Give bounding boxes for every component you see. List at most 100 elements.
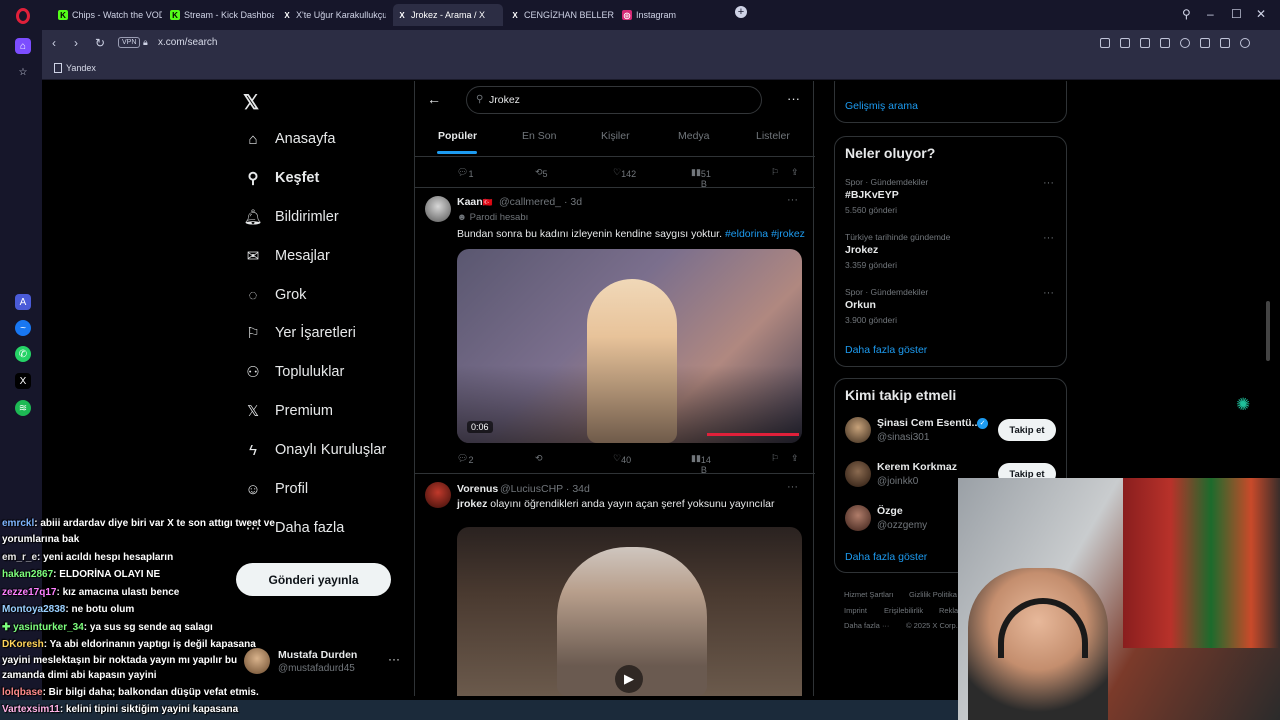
spotify-icon[interactable]: ≋ <box>15 400 31 416</box>
views-button[interactable]: ▮▮ 14 B <box>691 453 711 475</box>
hashtag-link[interactable]: #eldorina <box>725 228 768 240</box>
browser-tab-1[interactable]: K Chips - Watch the VOD on <box>54 4 162 26</box>
search-more-icon[interactable]: ··· <box>787 91 800 106</box>
footer-link[interactable]: Gizlilik Politika <box>909 590 957 599</box>
tab-lists[interactable]: Listeler <box>756 130 790 142</box>
tab-latest[interactable]: En Son <box>522 130 556 142</box>
profile-icon[interactable] <box>1240 38 1250 48</box>
download-icon[interactable] <box>1200 38 1210 48</box>
follow-button[interactable]: Takip et <box>998 419 1056 441</box>
tweet-author-name[interactable]: Kaan🇹🇷 <box>457 196 493 208</box>
follow-avatar[interactable] <box>845 461 871 487</box>
browser-tab-4[interactable]: X Jrokez - Arama / X <box>393 4 503 26</box>
tab-people[interactable]: Kişiler <box>601 130 630 142</box>
bookmark-icon[interactable]: ⚐ <box>771 453 779 464</box>
scrollbar-thumb[interactable] <box>1266 301 1270 361</box>
tweet-more-icon[interactable]: ··· <box>787 194 798 206</box>
nav-bookmarks[interactable]: ⚐ Yer İşaretleri <box>244 324 356 342</box>
tweet-avatar[interactable] <box>425 196 451 222</box>
trend-name[interactable]: Jrokez <box>845 244 878 256</box>
nav-home[interactable]: ⌂ Anasayfa <box>244 130 335 148</box>
trend-more-icon[interactable]: ··· <box>1043 232 1054 244</box>
show-more-trends[interactable]: Daha fazla göster <box>845 344 927 356</box>
hashtag-link[interactable]: #jrokez <box>771 228 805 240</box>
like-button[interactable]: ♡ 142 <box>613 167 636 179</box>
trend-name[interactable]: Orkun <box>845 299 876 311</box>
menu-icon[interactable] <box>1220 38 1230 48</box>
nav-grok[interactable]: ◌ Grok <box>244 286 307 304</box>
footer-link[interactable]: Erişilebilirlik <box>884 606 923 615</box>
nav-messages[interactable]: ✉ Mesajlar <box>244 247 330 265</box>
tweet-video[interactable]: ▶ <box>457 527 802 696</box>
footer-link[interactable]: Imprint <box>844 606 867 615</box>
camera-icon[interactable] <box>1120 38 1130 48</box>
follow-name[interactable]: Kerem Korkmaz <box>877 461 957 473</box>
views-button[interactable]: ▮▮ 51 B <box>691 167 711 189</box>
nav-profile[interactable]: ☺ Profil <box>244 480 308 498</box>
bookmark-yandex[interactable]: Yandex <box>66 63 96 73</box>
back-arrow-icon[interactable]: ← <box>427 91 441 107</box>
chatgpt-icon[interactable]: ✺ <box>1236 395 1256 415</box>
tab-popular[interactable]: Popüler <box>438 130 477 142</box>
url-input[interactable]: x.com/search <box>158 37 217 48</box>
browser-tab-5[interactable]: X CENGİZHAN BELLER (@ce <box>506 4 614 26</box>
like-button[interactable]: ♡ 40 <box>613 453 631 465</box>
close-icon[interactable]: ✕ <box>1256 7 1266 21</box>
nav-explore[interactable]: ⚲ Keşfet <box>244 169 320 187</box>
trend-more-icon[interactable]: ··· <box>1043 177 1054 189</box>
x-logo-icon[interactable]: X <box>15 373 31 389</box>
show-more-follow[interactable]: Daha fazla göster <box>845 551 927 563</box>
repost-button[interactable]: ⟲ <box>535 453 543 464</box>
follow-avatar[interactable] <box>845 505 871 531</box>
follow-avatar[interactable] <box>845 417 871 443</box>
nav-premium[interactable]: 𝕏 Premium <box>244 402 333 420</box>
search-input[interactable]: ⚲ Jrokez <box>466 86 762 114</box>
tweet-author-handle[interactable]: @callmered_ · 3d <box>499 196 582 208</box>
share-icon[interactable]: ⇪ <box>791 167 799 178</box>
trend-name[interactable]: #BJKvEYP <box>845 189 899 201</box>
opera-logo-icon[interactable] <box>16 8 30 24</box>
bookmark-icon[interactable]: ⚐ <box>771 167 779 178</box>
aria-icon[interactable]: A <box>15 294 31 310</box>
tweet-more-icon[interactable]: ··· <box>787 481 798 493</box>
vpn-badge[interactable]: VPN <box>118 37 141 48</box>
play-icon[interactable]: ▶ <box>615 665 643 693</box>
advanced-search-link[interactable]: Gelişmiş arama <box>845 100 918 112</box>
footer-link[interactable]: Hizmet Şartları <box>844 590 894 599</box>
account-more-icon[interactable]: ··· <box>388 652 400 666</box>
star-icon[interactable]: ☆ <box>15 64 31 80</box>
post-button[interactable]: Gönderi yayınla <box>236 563 391 596</box>
footer-link[interactable]: Rekla <box>939 606 958 615</box>
account-avatar[interactable] <box>244 648 270 674</box>
forward-icon[interactable]: › <box>74 36 78 50</box>
tweet-author-name[interactable]: Vorenus <box>457 483 498 495</box>
tweet-author-handle[interactable]: @LuciusCHP · 34d <box>500 483 590 495</box>
reply-button[interactable]: 💬︎ 1 <box>457 167 473 179</box>
tab-search-icon[interactable]: ⚲ <box>1182 7 1191 21</box>
browser-tab-6[interactable]: ◎ Instagram <box>618 4 726 26</box>
repost-button[interactable]: ⟲ 5 <box>535 167 548 179</box>
footer-link[interactable]: Daha fazla ··· <box>844 621 889 630</box>
back-icon[interactable]: ‹ <box>52 36 56 50</box>
messenger-icon[interactable]: ~ <box>15 320 31 336</box>
nav-verified-orgs[interactable]: ϟ Onaylı Kuruluşlar <box>244 441 386 459</box>
share-icon[interactable]: ⇪ <box>791 453 799 464</box>
x-logo-icon[interactable]: 𝕏 <box>243 90 259 115</box>
edit-icon[interactable] <box>1100 38 1110 48</box>
reply-button[interactable]: 💬︎ 2 <box>457 453 473 465</box>
browser-tab-2[interactable]: K Stream - Kick Dashboard <box>166 4 274 26</box>
browser-tab-3[interactable]: X X'te Uğur Karakullukçu: "K <box>278 4 386 26</box>
nav-notifications[interactable]: 🔔︎ Bildirimler <box>243 208 338 226</box>
heart-icon[interactable] <box>1180 38 1190 48</box>
tweet-avatar[interactable] <box>425 482 451 508</box>
follow-name[interactable]: Özge <box>877 505 903 517</box>
home-icon[interactable]: ⌂ <box>15 38 31 54</box>
minimize-icon[interactable]: – <box>1207 7 1214 21</box>
follow-name[interactable]: Şinasi Cem Esentü... <box>877 417 980 429</box>
whatsapp-icon[interactable]: ✆ <box>15 346 31 362</box>
reload-icon[interactable]: ↻ <box>95 36 105 50</box>
tab-media[interactable]: Medya <box>678 130 710 142</box>
nav-communities[interactable]: ⚇ Topluluklar <box>244 363 344 381</box>
maximize-icon[interactable]: ☐ <box>1231 7 1242 21</box>
new-tab-button[interactable]: + <box>735 6 747 18</box>
